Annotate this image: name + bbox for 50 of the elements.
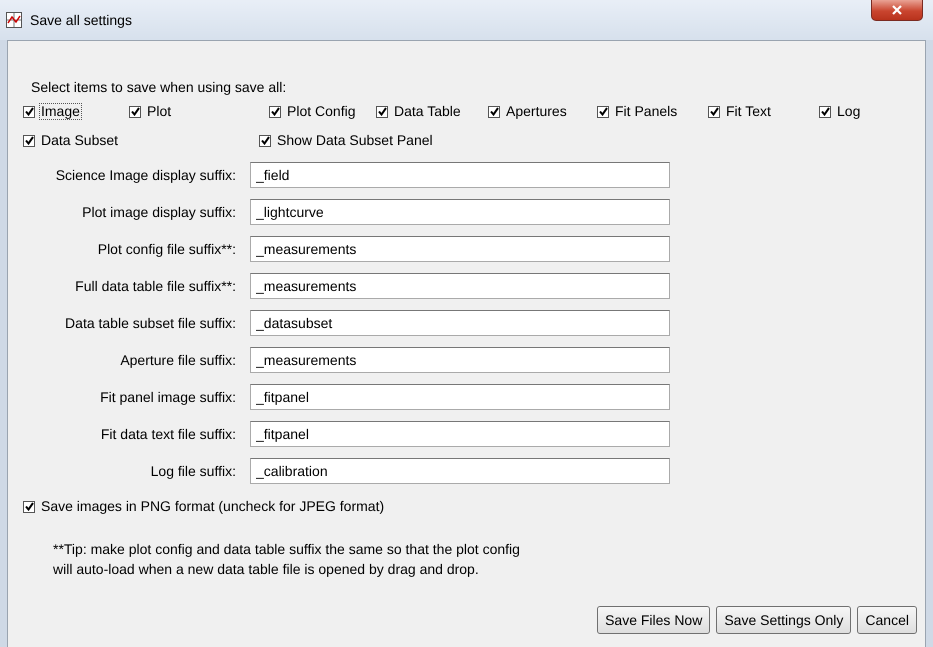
checkbox[interactable] <box>488 106 500 118</box>
field-label: Full data table file suffix**: <box>74 278 236 294</box>
field-label: Data table subset file suffix: <box>64 315 236 331</box>
app-icon <box>6 12 22 28</box>
suffix-field[interactable]: _measurements <box>250 273 670 299</box>
tip-text: will auto-load when a new data table file is opened by drag and drop. <box>53 560 480 579</box>
checkbox[interactable] <box>708 106 720 118</box>
suffix-field[interactable]: _calibration <box>250 458 670 484</box>
checkbox[interactable] <box>376 106 388 118</box>
suffix-field[interactable]: _measurements <box>250 347 670 373</box>
dialog-button[interactable]: Cancel <box>857 606 917 634</box>
checkbox-label[interactable]: Apertures <box>504 103 569 120</box>
field-label: Plot image display suffix: <box>81 204 236 220</box>
field-label: Science Image display suffix: <box>54 167 236 183</box>
checkbox[interactable] <box>819 106 831 118</box>
checkbox[interactable] <box>129 106 141 118</box>
field-label: Aperture file suffix: <box>119 352 236 368</box>
checkbox[interactable] <box>597 106 609 118</box>
suffix-field[interactable]: _measurements <box>250 236 670 262</box>
close-icon <box>891 5 903 15</box>
checkbox-label[interactable]: Plot <box>145 103 174 120</box>
checkbox[interactable] <box>23 134 35 146</box>
suffix-field[interactable]: _datasubset <box>250 310 670 336</box>
close-button[interactable] <box>871 0 923 21</box>
checkbox[interactable] <box>23 106 35 118</box>
checkbox[interactable] <box>259 134 271 146</box>
checkbox-label[interactable]: Image <box>39 103 82 120</box>
field-label: Plot config file suffix**: <box>96 241 236 257</box>
checkbox-label[interactable]: Data Table <box>392 103 463 120</box>
checkbox[interactable] <box>23 500 35 512</box>
field-label: Fit data text file suffix: <box>100 426 236 442</box>
suffix-field[interactable]: _field <box>250 162 670 188</box>
checkbox-label[interactable]: Fit Text <box>724 103 773 120</box>
checkbox-label[interactable]: Save images in PNG format (uncheck for JPEG format) <box>39 498 386 515</box>
window-title: Save all settings <box>30 12 132 28</box>
checkbox[interactable] <box>269 106 281 118</box>
suffix-field[interactable]: _fitpanel <box>250 421 670 447</box>
suffix-field[interactable]: _lightcurve <box>250 199 670 225</box>
checkbox-label[interactable]: Log <box>835 103 862 120</box>
instruction-text: Select items to save when using save all: <box>31 78 288 97</box>
checkbox-label[interactable]: Show Data Subset Panel <box>275 132 435 149</box>
dialog-button[interactable]: Save Settings Only <box>716 606 852 634</box>
dialog-button[interactable]: Save Files Now <box>597 606 710 634</box>
checkbox-label[interactable]: Plot Config <box>285 103 358 120</box>
field-label: Log file suffix: <box>150 463 236 479</box>
checkbox-label[interactable]: Data Subset <box>39 132 120 149</box>
tip-text: **Tip: make plot config and data table suffix the same so that the plot config <box>53 540 521 559</box>
checkbox-label[interactable]: Fit Panels <box>613 103 680 120</box>
field-label: Fit panel image suffix: <box>99 389 236 405</box>
suffix-field[interactable]: _fitpanel <box>250 384 670 410</box>
